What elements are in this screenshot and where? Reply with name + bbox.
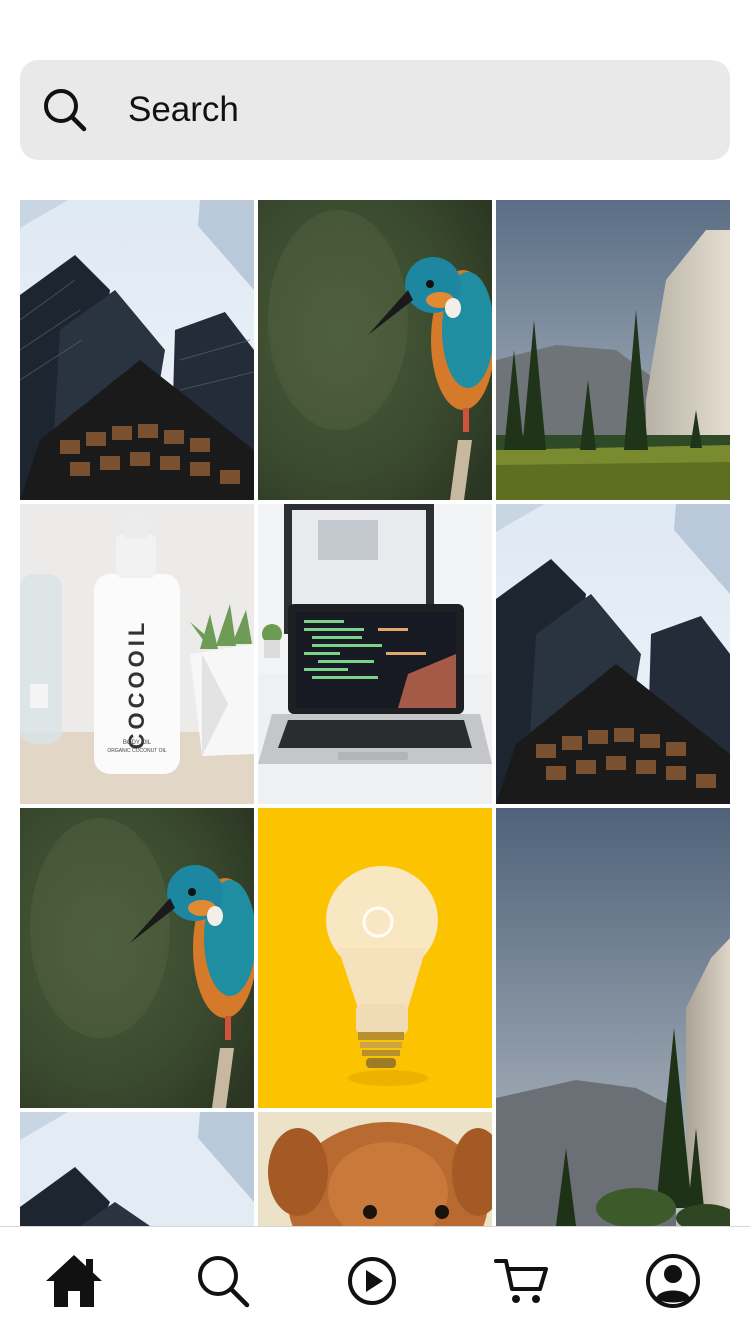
cart-icon bbox=[494, 1259, 548, 1303]
play-icon bbox=[348, 1257, 396, 1305]
grid-photo-laptop[interactable] bbox=[258, 504, 492, 804]
grid-photo-skyscrapers[interactable] bbox=[20, 200, 254, 500]
home-icon bbox=[46, 1255, 102, 1307]
grid-photo-light-bulb[interactable] bbox=[258, 808, 492, 1108]
tab-cart[interactable] bbox=[492, 1251, 552, 1311]
grid-photo-kingfisher[interactable] bbox=[258, 200, 492, 500]
grid-photo-body-oil[interactable]: COCOOIL BODY OIL ORGANIC COCONUT OIL bbox=[20, 504, 254, 804]
search-icon bbox=[198, 1256, 250, 1308]
grid-photo-mountain-valley[interactable] bbox=[496, 200, 730, 500]
bottle-sublabel: BODY OIL bbox=[123, 740, 152, 746]
tab-search[interactable] bbox=[193, 1251, 253, 1311]
search-bar[interactable] bbox=[20, 60, 730, 160]
tab-video[interactable] bbox=[342, 1251, 402, 1311]
tab-profile[interactable] bbox=[643, 1251, 703, 1311]
bottom-tab-bar bbox=[0, 1226, 750, 1334]
grid-photo-kingfisher-2[interactable] bbox=[20, 808, 254, 1108]
grid-photo-mountain-tall[interactable] bbox=[496, 808, 730, 1226]
photo-grid: COCOOIL BODY OIL ORGANIC COCONUT OIL bbox=[20, 200, 730, 1226]
search-icon bbox=[44, 89, 87, 132]
search-input[interactable] bbox=[128, 85, 708, 135]
bottle-sublabel-2: ORGANIC COCONUT OIL bbox=[107, 748, 167, 754]
grid-photo-skyscrapers-3[interactable] bbox=[20, 1112, 254, 1226]
grid-photo-puppy[interactable] bbox=[258, 1112, 492, 1226]
profile-icon bbox=[646, 1254, 700, 1308]
tab-home[interactable] bbox=[44, 1251, 104, 1311]
grid-photo-skyscrapers-2[interactable] bbox=[496, 504, 730, 804]
bottle-label: COCOOIL bbox=[124, 619, 149, 750]
